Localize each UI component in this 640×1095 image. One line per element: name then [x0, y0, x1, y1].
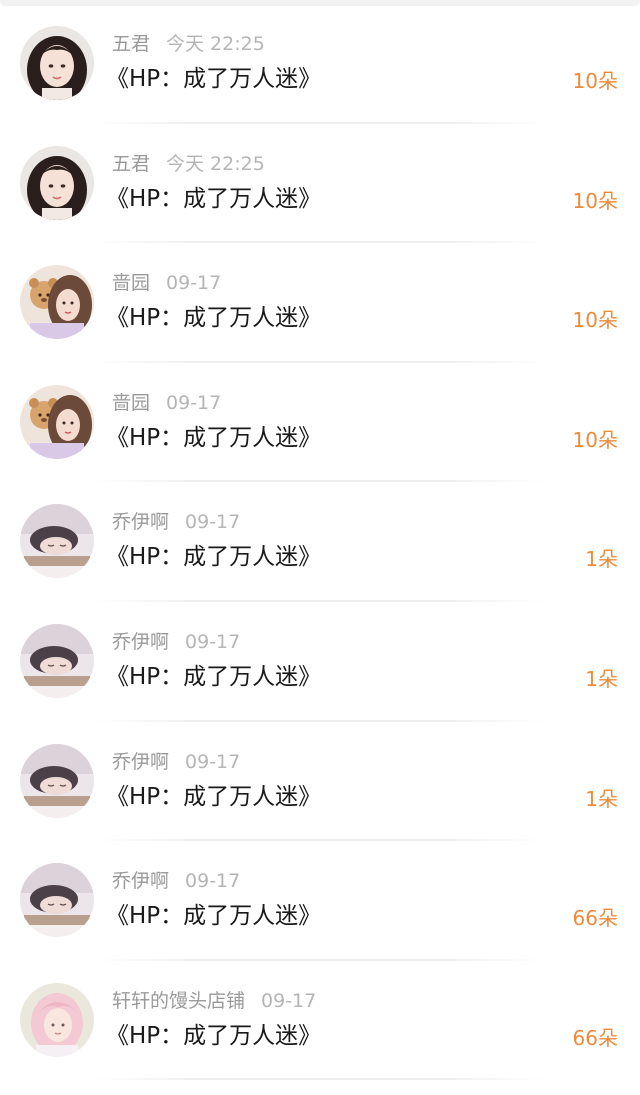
timestamp: 09-17	[185, 870, 241, 893]
timestamp: 09-17	[261, 989, 317, 1012]
username[interactable]: 啬园	[112, 392, 150, 414]
flower-count: 66朵	[572, 906, 618, 931]
username[interactable]: 乔伊啊	[112, 751, 169, 773]
gift-meta: 乔伊啊 09-17	[112, 510, 240, 534]
username[interactable]: 五君	[112, 33, 150, 55]
list-item[interactable]: 乔伊啊 09-17 《HP：成了万人迷》 1朵	[0, 482, 640, 602]
girl-portrait-avatar[interactable]	[20, 26, 94, 100]
sleeping-girl-avatar[interactable]	[20, 623, 94, 698]
book-title[interactable]: 《HP：成了万人迷》	[106, 782, 321, 812]
timestamp: 今天 22:25	[166, 152, 265, 175]
gift-record-list: 五君 今天 22:25 《HP：成了万人迷》 10朵 五君 今天 22:25 《HP…	[0, 4, 640, 1081]
sleeping-girl-avatar[interactable]	[20, 863, 94, 938]
flower-count: 10朵	[572, 308, 618, 333]
username[interactable]: 五君	[112, 153, 150, 175]
book-title[interactable]: 《HP：成了万人迷》	[106, 64, 321, 94]
list-item[interactable]: 乔伊啊 09-17 《HP：成了万人迷》 1朵	[0, 602, 640, 722]
gift-meta: 乔伊啊 09-17	[112, 869, 240, 893]
flower-count: 10朵	[572, 427, 618, 452]
pink-hair-avatar[interactable]	[20, 982, 94, 1057]
timestamp: 09-17	[166, 391, 222, 414]
flower-count: 1朵	[585, 666, 618, 691]
username[interactable]: 啬园	[112, 272, 150, 294]
gift-meta: 啬园 09-17	[112, 271, 221, 295]
gift-meta: 乔伊啊 09-17	[112, 750, 240, 774]
list-item[interactable]: 乔伊啊 09-17 《HP：成了万人迷》 66朵	[0, 841, 640, 961]
list-item[interactable]: 五君 今天 22:25 《HP：成了万人迷》 10朵	[0, 124, 640, 244]
timestamp: 09-17	[166, 272, 222, 295]
book-title[interactable]: 《HP：成了万人迷》	[106, 303, 321, 333]
list-item[interactable]: 乔伊啊 09-17 《HP：成了万人迷》 1朵	[0, 722, 640, 842]
username[interactable]: 轩轩的馒头店铺	[112, 990, 245, 1012]
book-title[interactable]: 《HP：成了万人迷》	[106, 184, 321, 214]
gift-meta: 轩轩的馒头店铺 09-17	[112, 989, 316, 1013]
list-item[interactable]: 五君 今天 22:25 《HP：成了万人迷》 10朵	[0, 4, 640, 124]
flower-count: 10朵	[572, 188, 618, 213]
username[interactable]: 乔伊啊	[112, 870, 169, 892]
sleeping-girl-avatar[interactable]	[20, 504, 94, 579]
book-title[interactable]: 《HP：成了万人迷》	[106, 423, 321, 453]
timestamp: 今天 22:25	[166, 33, 265, 55]
timestamp: 09-17	[185, 630, 241, 653]
flower-count: 1朵	[585, 547, 618, 572]
divider	[95, 1078, 545, 1081]
girl-portrait-avatar[interactable]	[20, 145, 94, 220]
book-title[interactable]: 《HP：成了万人迷》	[106, 542, 321, 572]
book-title[interactable]: 《HP：成了万人迷》	[106, 1021, 321, 1051]
timestamp: 09-17	[185, 511, 241, 534]
flower-count: 10朵	[572, 69, 618, 93]
book-title[interactable]: 《HP：成了万人迷》	[106, 662, 321, 692]
list-item[interactable]: 啬园 09-17 《HP：成了万人迷》 10朵	[0, 363, 640, 483]
gift-meta: 五君 今天 22:25	[112, 32, 265, 56]
book-title[interactable]: 《HP：成了万人迷》	[106, 901, 321, 931]
sleeping-girl-avatar[interactable]	[20, 743, 94, 818]
flower-count: 66朵	[572, 1025, 618, 1050]
list-item[interactable]: 轩轩的馒头店铺 09-17 《HP：成了万人迷》 66朵	[0, 961, 640, 1081]
timestamp: 09-17	[185, 750, 241, 773]
girl-with-bear-avatar[interactable]	[20, 384, 94, 459]
gift-meta: 乔伊啊 09-17	[112, 630, 240, 654]
gift-meta: 五君 今天 22:25	[112, 152, 265, 176]
list-item[interactable]: 啬园 09-17 《HP：成了万人迷》 10朵	[0, 243, 640, 363]
gift-meta: 啬园 09-17	[112, 391, 221, 415]
username[interactable]: 乔伊啊	[112, 511, 169, 533]
flower-count: 1朵	[585, 786, 618, 811]
username[interactable]: 乔伊啊	[112, 631, 169, 653]
girl-with-bear-avatar[interactable]	[20, 265, 94, 340]
